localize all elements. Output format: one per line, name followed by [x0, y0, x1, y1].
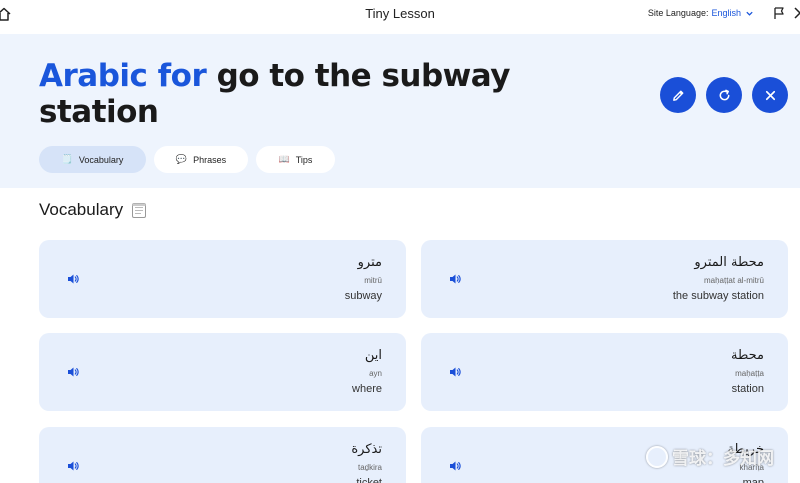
chevron-right-icon[interactable]: [792, 6, 800, 20]
tab-vocabulary[interactable]: 🗒️ Vocabulary: [39, 146, 146, 173]
flag-icon[interactable]: [772, 6, 786, 20]
close-button[interactable]: [752, 77, 788, 113]
section-heading: Vocabulary: [39, 200, 147, 220]
vocab-transliteration: mitrū: [364, 276, 382, 285]
speech-bubble-icon: 💬: [175, 154, 188, 164]
pencil-icon: [672, 90, 683, 101]
speaker-icon[interactable]: [448, 459, 462, 473]
site-language-value[interactable]: English: [711, 8, 741, 18]
vocab-card: محطة maḥaṭṭa station: [421, 333, 788, 411]
vocab-transliteration: ayn: [369, 369, 382, 378]
vocab-english: ticket: [356, 477, 382, 483]
vocab-card: تذكرة taḏkira ticket: [39, 427, 406, 483]
site-language-label: Site Language:: [647, 8, 709, 18]
watermark: 雪球：多知网: [646, 444, 774, 469]
book-icon: 📖: [278, 154, 290, 164]
vocab-english: station: [731, 383, 764, 395]
vocab-card: اين ayn where: [39, 333, 406, 411]
vocab-transliteration: taḏkira: [357, 463, 382, 472]
tab-tips-label: Tips: [295, 154, 313, 165]
section-title: Vocabulary: [39, 200, 124, 219]
watermark-text: 雪球：多知网: [672, 449, 774, 468]
vocab-transliteration: maḥaṭṭat al-mitrū: [703, 276, 764, 285]
vocab-english: where: [352, 383, 382, 395]
lesson-title-language: Arabic for: [39, 58, 207, 94]
site-language-selector[interactable]: Site Language: English: [648, 8, 754, 18]
speaker-icon[interactable]: [66, 459, 80, 473]
speaker-icon[interactable]: [66, 272, 80, 286]
close-icon: [765, 90, 775, 100]
vocab-arabic: اين: [364, 348, 382, 363]
vocab-english: the subway station: [672, 290, 764, 302]
vocab-arabic: تذكرة: [351, 442, 382, 457]
vocab-arabic: مترو: [357, 255, 382, 270]
vocab-card: محطة المترو maḥaṭṭat al-mitrū the subway…: [421, 240, 788, 318]
notepad-emoji-icon: 🗒️: [61, 154, 73, 164]
speaker-icon[interactable]: [66, 365, 80, 379]
speaker-icon[interactable]: [448, 272, 462, 286]
notepad-icon: [132, 202, 147, 218]
tab-phrases[interactable]: 💬 Phrases: [154, 146, 248, 173]
vocab-transliteration: maḥaṭṭa: [735, 369, 764, 378]
watermark-logo-icon: [646, 445, 668, 468]
vocab-english: subway: [344, 290, 382, 302]
top-bar: Tiny Lesson Site Language: English: [0, 0, 800, 34]
refresh-button[interactable]: [706, 77, 742, 113]
lesson-title: Arabic for go to the subway station: [39, 58, 539, 130]
tab-phrases-label: Phrases: [193, 154, 227, 165]
vocab-arabic: محطة: [731, 348, 764, 363]
speaker-icon[interactable]: [448, 365, 462, 379]
vocab-card: مترو mitrū subway: [39, 240, 406, 318]
lesson-tabs: 🗒️ Vocabulary 💬 Phrases 📖 Tips: [39, 146, 335, 173]
chevron-down-icon[interactable]: [745, 9, 754, 18]
tab-vocabulary-label: Vocabulary: [78, 154, 124, 165]
refresh-icon: [719, 89, 729, 100]
edit-button[interactable]: [660, 77, 696, 113]
vocab-arabic: محطة المترو: [694, 255, 764, 270]
tab-tips[interactable]: 📖 Tips: [256, 146, 335, 173]
vocab-english: map: [742, 477, 764, 483]
